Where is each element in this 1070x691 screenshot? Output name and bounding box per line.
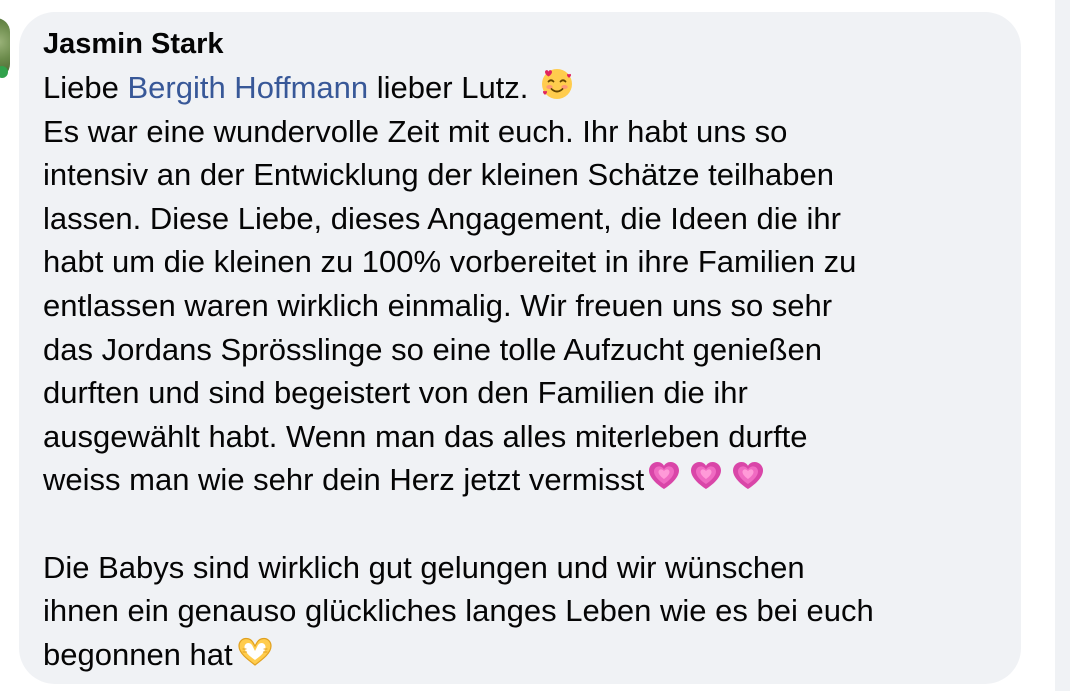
comment-line-text: weiss man wie sehr dein Herz jetzt vermi… (43, 462, 645, 498)
comment-page: Jasmin Stark Liebe Bergith Hoffmann lieb… (0, 0, 1070, 691)
growing-heart-icon (646, 458, 682, 494)
side-panel-edge (1055, 0, 1070, 691)
online-status-indicator (0, 66, 8, 78)
comment-body: Liebe Bergith Hoffmann lieber Lutz. Es w… (43, 66, 1023, 676)
growing-heart-icon (730, 458, 766, 494)
greeting-suffix-text: lieber Lutz. (368, 70, 538, 105)
comment-line: Die Babys sind wirklich gut gelungen und… (43, 549, 805, 585)
comment-line: habt um die kleinen zu 100% vorbereitet … (43, 244, 857, 280)
growing-heart-icon (688, 458, 724, 494)
comment-author-name[interactable]: Jasmin Stark (43, 24, 224, 64)
smiling-face-with-hearts-icon (539, 66, 575, 102)
comment-greeting-line: Liebe Bergith Hoffmann lieber Lutz. (43, 66, 1023, 110)
comment-line-with-hearts: weiss man wie sehr dein Herz jetzt vermi… (43, 458, 1023, 502)
comment-line: Es war eine wundervolle Zeit mit euch. I… (43, 113, 788, 149)
comment-line: das Jordans Sprösslinge so eine tolle Au… (43, 331, 822, 367)
mention-link[interactable]: Bergith Hoffmann (127, 70, 368, 105)
heart-hands-icon (235, 635, 275, 669)
comment-line: durften und sind begeistert von den Fami… (43, 375, 748, 411)
comment-line: lassen. Diese Liebe, dieses Angagement, … (43, 200, 841, 236)
greeting-text: Liebe (43, 70, 128, 105)
comment-line: intensiv an der Entwicklung der kleinen … (43, 157, 834, 193)
comment-line: ihnen ein genauso glückliches langes Leb… (43, 593, 874, 629)
comment-line-text: begonnen hat (43, 636, 233, 672)
comment-line: entlassen waren wirklich einmalig. Wir f… (43, 287, 833, 323)
comment-line-with-heart-hands: begonnen hat (43, 633, 1023, 677)
comment-line: ausgewählt habt. Wenn man das alles mite… (43, 418, 808, 454)
